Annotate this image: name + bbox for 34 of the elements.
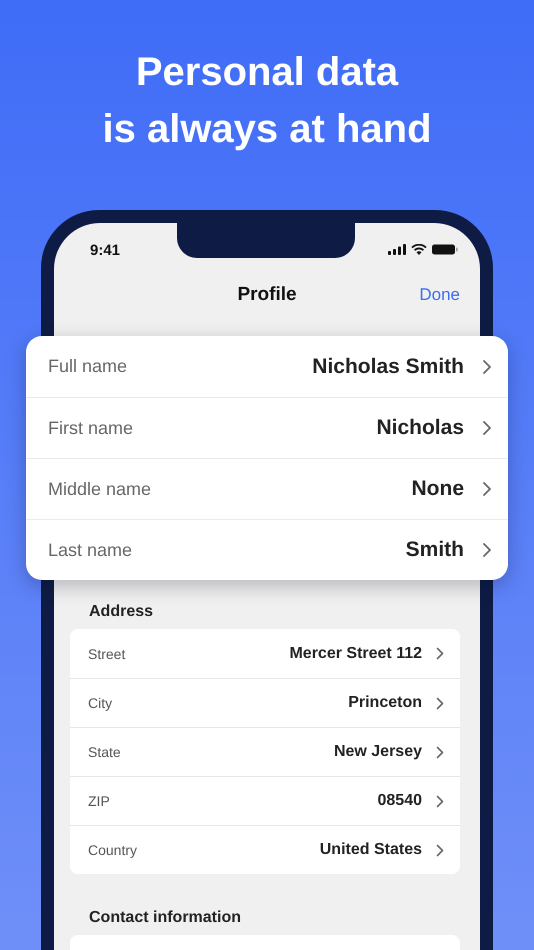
- row-value: Nicholas Smith: [312, 354, 464, 378]
- row-value: Smith: [406, 538, 464, 562]
- row-label: ZIP: [88, 793, 111, 809]
- row-label: First name: [48, 418, 134, 438]
- row-label: Middle name: [48, 478, 152, 500]
- row-label: State: [88, 744, 122, 760]
- nav-title: Profile: [237, 284, 297, 306]
- row-value: Nicholas: [376, 416, 464, 440]
- list-row[interactable]: Country United States: [70, 825, 460, 874]
- row-label: Street: [88, 646, 126, 662]
- headline-text: is always at hand: [102, 106, 432, 153]
- row-label: Country: [88, 842, 138, 858]
- list-row[interactable]: City Princeton: [70, 678, 460, 727]
- row-value: Princeton: [348, 694, 422, 712]
- headline-text: Personal data: [136, 49, 398, 96]
- row-label: Full name: [48, 356, 128, 377]
- list-row[interactable]: Full name Nicholas Smith: [26, 336, 508, 397]
- done-button[interactable]: Done: [419, 285, 460, 305]
- list-row[interactable]: Last name Smith: [26, 519, 508, 580]
- list-row[interactable]: State New Jersey: [70, 727, 460, 776]
- row-label: Last name: [48, 540, 134, 560]
- section-title: Address: [88, 602, 154, 622]
- section-title: Contact information: [88, 908, 242, 928]
- row-value: New Jersey: [334, 743, 422, 761]
- list-row[interactable]: Middle name None: [26, 458, 508, 519]
- row-value: None: [412, 477, 464, 501]
- row-label: City: [88, 695, 114, 711]
- status-time: 9:41: [90, 242, 120, 258]
- list-row[interactable]: First name Nicholas: [26, 397, 508, 458]
- row-value: United States: [320, 841, 422, 859]
- list-row[interactable]: ZIP 08540: [70, 776, 460, 825]
- list-row[interactable]: Street Mercer Street 112: [70, 629, 460, 678]
- row-value: 08540: [378, 792, 422, 810]
- row-value: Mercer Street 112: [289, 644, 422, 662]
